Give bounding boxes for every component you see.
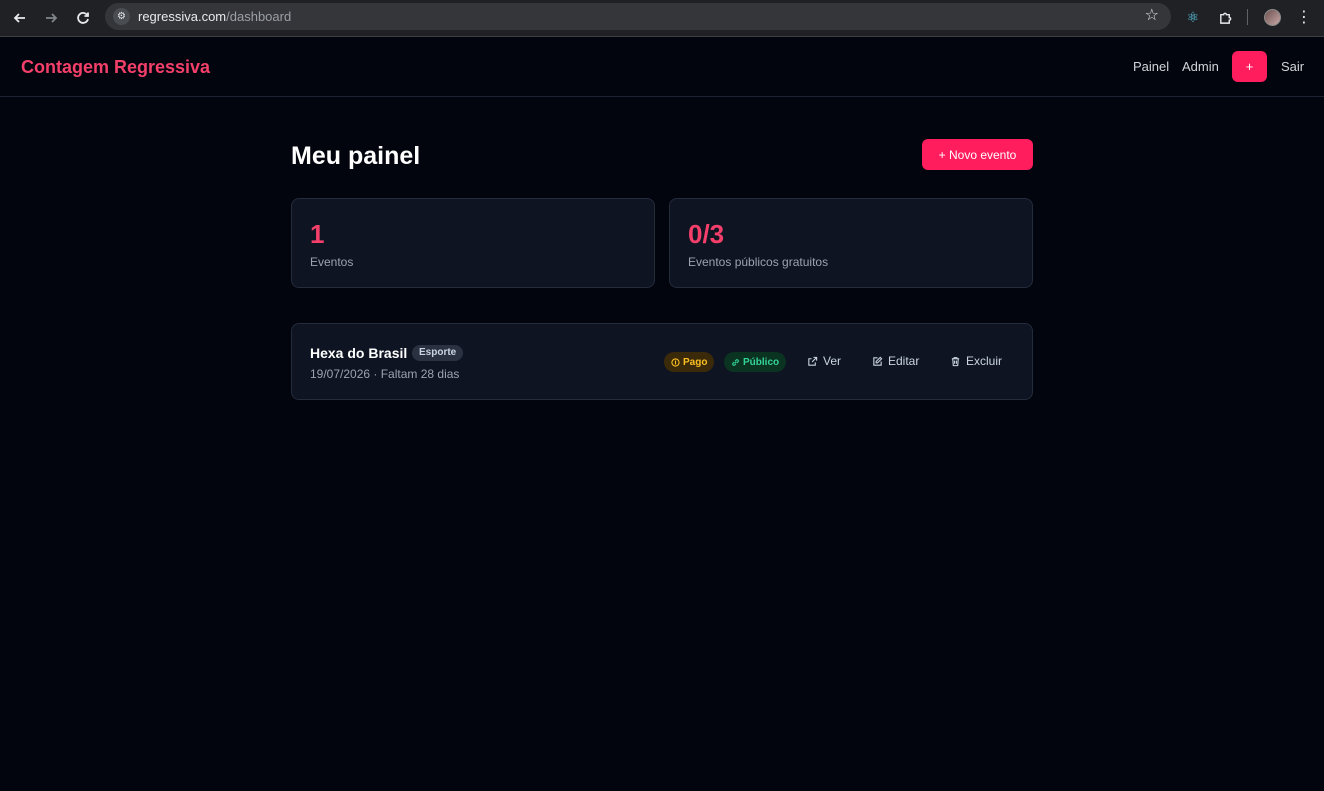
link-icon xyxy=(732,358,739,366)
url-host: regressiva.com xyxy=(138,9,227,24)
browser-toolbar: ⚙ regressiva.com/dashboard ☆ ⚛ ⋮ xyxy=(0,0,1324,37)
trash-icon xyxy=(951,356,960,366)
paid-badge-label: Pago xyxy=(683,356,708,368)
nav-link-admin[interactable]: Admin xyxy=(1182,59,1219,75)
public-badge-label: Público xyxy=(743,356,780,368)
edit-icon xyxy=(873,356,883,366)
logout-link[interactable]: Sair xyxy=(1281,59,1304,75)
edit-event-button[interactable]: Editar xyxy=(872,354,919,368)
site-settings-icon[interactable]: ⚙ xyxy=(113,8,130,25)
edit-label: Editar xyxy=(888,354,920,368)
event-title: Hexa do Brasil xyxy=(310,345,408,361)
stat-value: 0/3 xyxy=(688,219,725,249)
stat-label: Eventos xyxy=(310,255,354,269)
brand-logo[interactable]: Contagem Regressiva xyxy=(21,57,210,77)
view-label: Ver xyxy=(823,354,842,368)
event-date: 19/07/2026 · Faltam 28 dias xyxy=(310,367,460,381)
react-devtools-icon[interactable]: ⚛ xyxy=(1183,7,1203,27)
stat-label: Eventos públicos gratuitos xyxy=(688,255,829,269)
toolbar-divider xyxy=(1247,9,1248,25)
app-header: Contagem Regressiva Painel Admin + Sair xyxy=(0,37,1324,97)
coin-icon xyxy=(671,357,680,367)
create-event-button[interactable]: + xyxy=(1232,51,1267,82)
delete-event-button[interactable]: Excluir xyxy=(950,354,1002,368)
new-event-button[interactable]: + Novo evento xyxy=(922,139,1033,170)
page-title: Meu painel xyxy=(291,142,421,170)
star-icon[interactable]: ☆ xyxy=(1145,7,1159,25)
stat-value: 1 xyxy=(310,219,325,249)
public-badge: Público xyxy=(724,352,787,372)
menu-icon[interactable]: ⋮ xyxy=(1294,7,1314,27)
external-link-icon xyxy=(808,356,818,366)
stat-card-free-public-events: 0/3 Eventos públicos gratuitos xyxy=(669,198,1033,288)
view-event-button[interactable]: Ver xyxy=(807,354,841,368)
back-arrow-icon[interactable] xyxy=(8,6,32,30)
url-text: regressiva.com/dashboard xyxy=(138,9,291,24)
url-path: /dashboard xyxy=(226,9,292,24)
forward-arrow-icon[interactable] xyxy=(39,6,63,30)
delete-label: Excluir xyxy=(966,354,1003,368)
extensions-icon[interactable] xyxy=(1215,7,1235,27)
address-bar[interactable]: ⚙ regressiva.com/dashboard ☆ xyxy=(105,3,1171,30)
reload-icon[interactable] xyxy=(71,6,95,30)
paid-badge: Pago xyxy=(664,352,715,372)
event-row: Hexa do Brasil Esporte 19/07/2026 · Falt… xyxy=(291,323,1033,400)
nav-link-painel[interactable]: Painel xyxy=(1133,59,1169,75)
stat-card-events: 1 Eventos xyxy=(291,198,655,288)
profile-avatar[interactable] xyxy=(1262,7,1282,27)
category-tag: Esporte xyxy=(412,345,464,361)
